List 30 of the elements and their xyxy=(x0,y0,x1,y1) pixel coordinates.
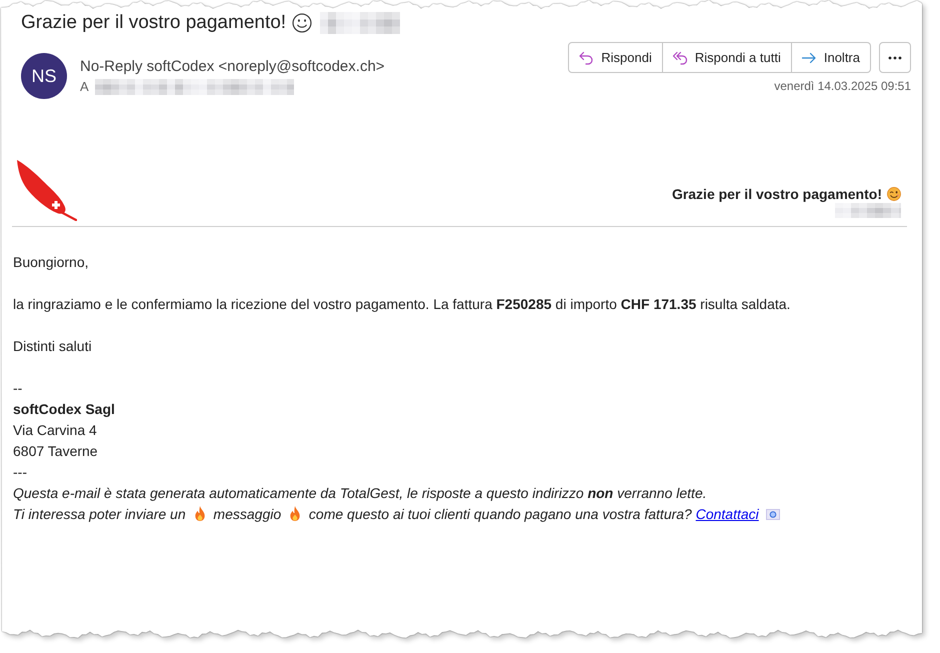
smiley-face-icon xyxy=(292,13,312,33)
banner-heading: Grazie per il vostro pagamento! xyxy=(672,185,882,203)
recipient-label: A xyxy=(80,78,89,95)
signature-separator: -- xyxy=(13,379,24,398)
sender-address: No-Reply softCodex <noreply@softcodex.ch> xyxy=(80,57,386,77)
automatic-notice-text: Questa e-mail è stata generata automaticamente da TotalGest, le risposte a questo indirizzo non verranno lette. xyxy=(13,484,708,503)
reply-button[interactable]: Rispondi xyxy=(568,42,663,73)
more-options-button[interactable] xyxy=(879,42,911,73)
more-icon xyxy=(888,56,902,60)
address-line: 6807 Taverne xyxy=(13,442,99,461)
closing-text: Distinti saluti xyxy=(13,337,93,356)
address-line: Via Carvina 4 xyxy=(13,421,98,440)
message-paragraph: la ringraziamo e le confermiamo la ricezione del vostro pagamento. La fattura F250285 di importo CHF 171.35 risulta saldata. xyxy=(13,295,792,314)
sent-date: venerdì 14.03.2025 09:51 xyxy=(774,78,911,94)
email-subject: Grazie per il vostro pagamento! xyxy=(21,11,286,35)
company-name: softCodex Sagl xyxy=(13,400,116,419)
sender-avatar: NS xyxy=(21,53,67,99)
winking-face-icon xyxy=(887,187,901,201)
flame-icon xyxy=(194,506,206,521)
feather-logo xyxy=(15,159,77,221)
flame-icon xyxy=(289,506,302,521)
promo-sentence: Ti interessa poter inviare un messaggio come questo ai tuoi clienti quando pagano una vostra fattura? Contattaci xyxy=(13,504,907,525)
greeting-text: Buongiorno, xyxy=(13,253,90,272)
signature-separator: --- xyxy=(13,463,28,482)
reply-icon xyxy=(578,50,594,66)
reply-all-button[interactable]: Rispondi a tutti xyxy=(662,42,792,73)
ring-tile-icon xyxy=(766,509,780,520)
reply-all-icon xyxy=(672,50,688,66)
contact-link[interactable]: Contattaci xyxy=(696,506,759,522)
forward-button[interactable]: Inoltra xyxy=(792,42,871,73)
